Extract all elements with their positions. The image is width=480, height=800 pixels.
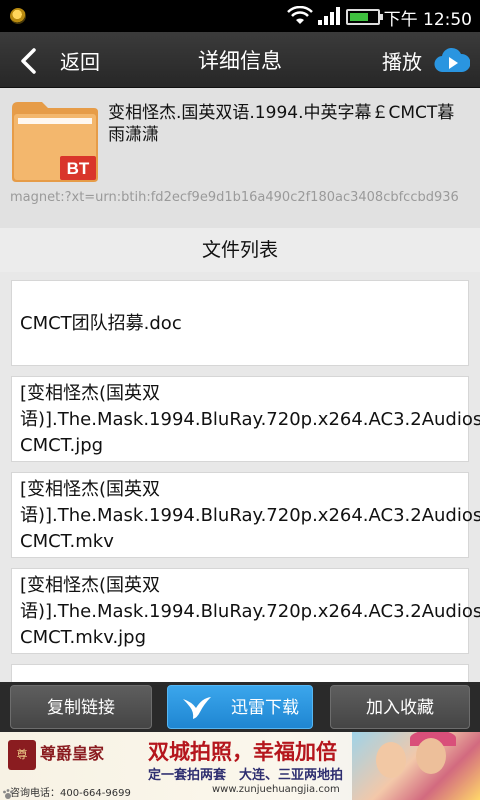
play-button[interactable]: 播放: [382, 46, 422, 75]
thunder-download-label: 迅雷下载: [231, 698, 299, 718]
cloud-play-icon[interactable]: [434, 46, 470, 74]
torrent-info: BT 变相怪杰.国英双语.1994.中英字幕￡CMCT暮雨潇潇 magnet:?…: [0, 88, 480, 228]
ad-subline: 定一套拍两套 大连、三亚两地拍: [148, 768, 344, 783]
thunder-download-button[interactable]: 迅雷下载: [167, 685, 313, 729]
file-item[interactable]: [变相怪杰(国英双语)].The.Mask.1994.BluRay.720p.x…: [11, 568, 480, 654]
magnet-link: magnet:?xt=urn:btih:fd2ecf9e9d1b16a490c2…: [10, 190, 459, 205]
torrent-name: 变相怪杰.国英双语.1994.中英字幕￡CMCT暮雨潇潇: [108, 103, 455, 145]
action-bar: 复制链接 迅雷下载 加入收藏: [0, 682, 480, 732]
battery-icon: [346, 9, 383, 25]
file-item[interactable]: CMCT团队招募.doc: [11, 280, 469, 366]
bt-badge: BT: [67, 159, 90, 178]
bt-folder-icon: BT: [12, 102, 98, 182]
copy-link-button[interactable]: 复制链接: [10, 685, 152, 729]
notification-icon: [10, 8, 26, 24]
add-favorite-button[interactable]: 加入收藏: [330, 685, 470, 729]
wifi-icon: [287, 6, 313, 24]
file-name: [变相怪杰(国英双语)].The.Mask.1994.BluRay.720p.x…: [20, 479, 480, 552]
ad-brand: 尊爵皇家: [40, 744, 105, 763]
file-item[interactable]: [变相怪杰(国英双语)].The.Mask.1994.BluRay.720p.x…: [11, 472, 480, 558]
status-bar: 下午 12:50: [0, 0, 480, 32]
file-name: CMCT团队招募.doc: [20, 313, 182, 334]
ad-headline: 双城拍照，幸福加倍: [148, 739, 337, 764]
file-name: [变相怪杰(国英双语)].The.Mask.1994.BluRay.720p.x…: [20, 383, 480, 456]
file-item[interactable]: [11, 664, 469, 682]
title-bar: 返回 详细信息 播放: [0, 32, 480, 88]
battery-level: [350, 13, 369, 21]
thunder-bird-icon: [183, 697, 211, 719]
ad-website: www.zunjuehuangjia.com: [212, 784, 340, 795]
file-name: [变相怪杰(国英双语)].The.Mask.1994.BluRay.720p.x…: [20, 575, 480, 648]
ad-logo: 尊: [8, 740, 36, 770]
file-list[interactable]: CMCT团队招募.doc [变相怪杰(国英双语)].The.Mask.1994.…: [0, 272, 480, 682]
ad-banner[interactable]: 尊 尊爵皇家 双城拍照，幸福加倍 定一套拍两套 大连、三亚两地拍 咨询电话：40…: [0, 732, 480, 800]
paw-icon: [3, 789, 13, 799]
file-list-header: 文件列表: [0, 228, 480, 272]
status-time: 下午 12:50: [383, 10, 472, 30]
signal-icon: [318, 7, 340, 25]
file-item[interactable]: [变相怪杰(国英双语)].The.Mask.1994.BluRay.720p.x…: [11, 376, 480, 462]
ad-phone: 咨询电话：400-664-9699: [10, 788, 131, 799]
ad-photo: [352, 732, 480, 800]
